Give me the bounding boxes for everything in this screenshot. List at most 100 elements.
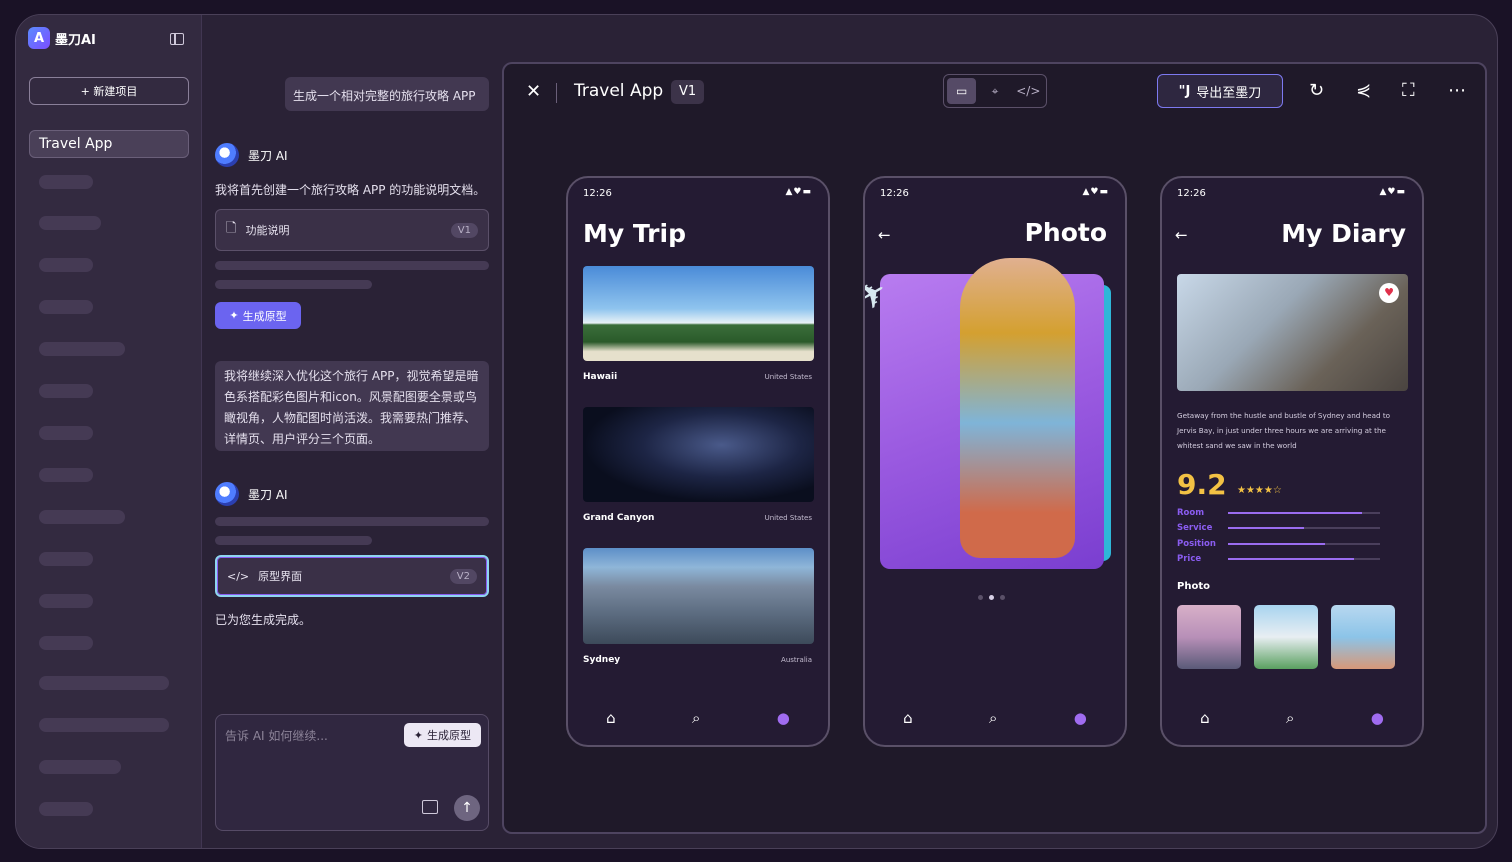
home-icon[interactable]: ⌂ — [903, 709, 913, 727]
card-location: United States — [764, 373, 812, 381]
profile-icon[interactable]: ● — [777, 709, 790, 727]
placeholder-item — [39, 342, 125, 356]
generate-label: 生成原型 — [427, 729, 471, 742]
code-icon: </> — [227, 569, 250, 583]
status-time: 12:26 — [1177, 188, 1206, 199]
status-icons: ▲♥▬ — [1082, 187, 1109, 197]
grand-canyon-image[interactable] — [583, 407, 814, 502]
placeholder-item — [39, 718, 169, 732]
image-upload-icon[interactable] — [422, 800, 438, 814]
rating-score: 9.2 — [1177, 468, 1227, 501]
document-icon: 🗋 — [226, 221, 237, 236]
placeholder-item — [39, 676, 169, 690]
export-label: 导出至墨刀 — [1196, 85, 1262, 101]
home-icon[interactable]: ⌂ — [606, 709, 616, 727]
status-icons: ▲♥▬ — [1379, 187, 1406, 197]
card-location: Australia — [781, 656, 812, 664]
bottom-nav: ⌂ ⌕ ● — [568, 709, 828, 727]
photo-thumb[interactable] — [1254, 605, 1318, 669]
profile-icon[interactable]: ● — [1074, 709, 1087, 727]
status-icons: ▲♥▬ — [785, 187, 812, 197]
export-button[interactable]: "J 导出至墨刀 — [1157, 74, 1283, 108]
rating-fill — [1228, 512, 1362, 514]
search-icon[interactable]: ⌕ — [1286, 709, 1294, 727]
modao-logo-icon: "J — [1178, 83, 1191, 99]
bottom-nav: ⌂ ⌕ ● — [1162, 709, 1422, 727]
view-mode-switch: ▭ ⌖ </> — [943, 74, 1047, 108]
version-badge[interactable]: V1 — [671, 80, 705, 104]
placeholder-item — [39, 384, 93, 398]
hawaii-image[interactable] — [583, 266, 814, 361]
fullscreen-icon[interactable]: ⛶ — [1402, 80, 1415, 101]
placeholder-item — [39, 510, 125, 524]
home-icon[interactable]: ⌂ — [1200, 709, 1210, 727]
photo-thumb[interactable] — [1331, 605, 1395, 669]
phone-photo: 12:26 ▲♥▬ ← Photo ✈ ⌂ ⌕ ● — [863, 176, 1127, 747]
logo-text: 墨刀AI — [55, 32, 96, 48]
doc-name: 功能说明 — [245, 224, 290, 237]
select-mode-icon[interactable]: ⌖ — [980, 78, 1009, 104]
profile-icon[interactable]: ● — [1371, 709, 1384, 727]
ai-header: 墨刀 AI — [215, 143, 288, 167]
placeholder-item — [39, 594, 93, 608]
ai-name: 墨刀 AI — [248, 487, 288, 502]
card-title: Grand Canyon — [583, 513, 655, 523]
sidebar-item-travel-app[interactable]: Travel App — [29, 130, 189, 158]
rating-label: Position — [1177, 539, 1216, 549]
card-title: Hawaii — [583, 372, 618, 382]
chat-input[interactable]: 告诉 AI 如何继续... ✦ 生成原型 ↑ — [215, 714, 489, 831]
input-generate-button[interactable]: ✦ 生成原型 — [403, 723, 481, 747]
placeholder-item — [39, 426, 93, 440]
carousel-dot[interactable] — [978, 595, 983, 600]
rating-bar — [1228, 558, 1380, 560]
new-project-button[interactable]: + 新建项目 — [29, 77, 189, 105]
preview-title: Travel App — [574, 81, 664, 101]
loading-line — [215, 536, 372, 545]
code-mode-icon[interactable]: </> — [1014, 78, 1043, 104]
placeholder-item — [39, 802, 93, 816]
app-window: A 墨刀AI + 新建项目 Travel App 生成一个相对完整的旅行攻略 A… — [15, 14, 1498, 849]
placeholder-item — [39, 552, 93, 566]
star-rating: ★★★★☆ — [1237, 485, 1282, 496]
share-icon[interactable]: ⋞ — [1356, 80, 1371, 101]
preview-mode-icon[interactable]: ▭ — [947, 78, 977, 104]
traveler-figure — [960, 258, 1075, 558]
ai-name: 墨刀 AI — [248, 148, 288, 163]
doc-version: V2 — [449, 568, 477, 584]
done-message: 已为您生成完成。 — [215, 613, 312, 627]
search-icon[interactable]: ⌕ — [692, 709, 700, 727]
ai-header: 墨刀 AI — [215, 482, 288, 506]
back-arrow-icon[interactable]: ← — [878, 226, 891, 244]
rating-fill — [1228, 558, 1355, 560]
sidebar: A 墨刀AI + 新建项目 Travel App — [16, 15, 202, 848]
placeholder-item — [39, 216, 101, 230]
sidebar-toggle-icon[interactable] — [170, 33, 184, 45]
more-icon[interactable]: ⋯ — [1448, 80, 1466, 101]
carousel-dots — [978, 595, 1005, 600]
doc-card-spec[interactable]: 🗋 功能说明 V1 — [215, 209, 489, 251]
user-message: 生成一个相对完整的旅行攻略 APP — [285, 77, 489, 111]
favorite-heart-icon[interactable]: ♥ — [1379, 283, 1399, 303]
sparkle-icon: ✦ — [229, 309, 239, 322]
rating-label: Room — [1177, 508, 1205, 518]
doc-card-prototype[interactable]: </> 原型界面 V2 — [215, 555, 489, 597]
photo-thumb[interactable] — [1177, 605, 1241, 669]
logo: A 墨刀AI — [28, 27, 96, 49]
screen-title: My Diary — [1281, 219, 1406, 248]
sydney-image[interactable] — [583, 548, 814, 644]
placeholder-item — [39, 468, 93, 482]
search-icon[interactable]: ⌕ — [989, 709, 997, 727]
screen-title: My Trip — [583, 219, 686, 248]
diary-photo[interactable] — [1177, 274, 1408, 391]
refresh-icon[interactable]: ↻ — [1309, 80, 1324, 101]
back-arrow-icon[interactable]: ← — [1175, 226, 1188, 244]
close-icon[interactable]: ✕ — [526, 81, 541, 102]
generate-prototype-button[interactable]: ✦ 生成原型 — [215, 302, 301, 329]
bottom-nav: ⌂ ⌕ ● — [865, 709, 1125, 727]
status-time: 12:26 — [583, 188, 612, 199]
chat-panel: 生成一个相对完整的旅行攻略 APP 墨刀 AI 我将首先创建一个旅行攻略 APP… — [203, 15, 503, 848]
send-button[interactable]: ↑ — [454, 795, 480, 821]
carousel-dot[interactable] — [1000, 595, 1005, 600]
doc-name: 原型界面 — [258, 570, 303, 583]
carousel-dot[interactable] — [989, 595, 994, 600]
